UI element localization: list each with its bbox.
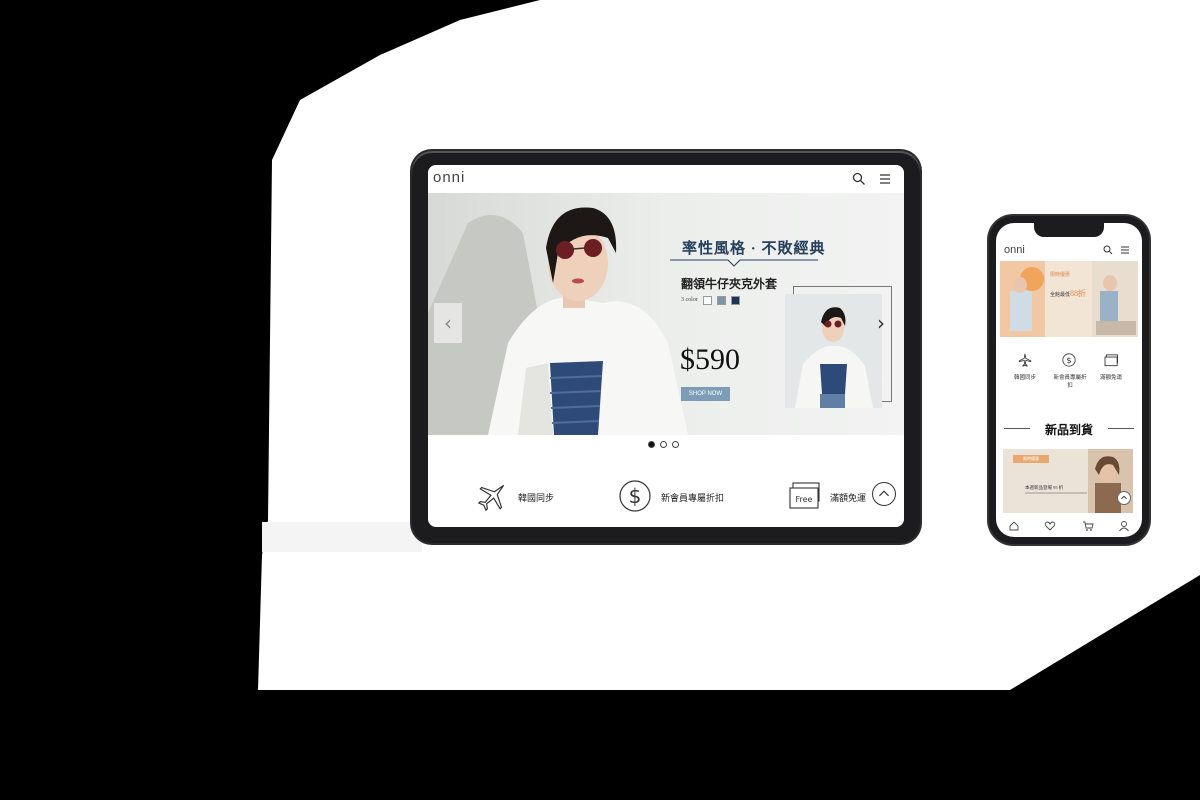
brand-logo[interactable]: onni bbox=[1004, 244, 1025, 256]
airplane-icon bbox=[1018, 353, 1032, 367]
swatch-white[interactable] bbox=[702, 295, 712, 305]
new-arrivals-card[interactable]: 限時優惠 本週新品登場 95 折 bbox=[1003, 449, 1133, 513]
section-divider-right bbox=[1108, 428, 1134, 429]
home-icon[interactable] bbox=[1008, 520, 1020, 532]
banner-line-3: 88折 bbox=[1070, 289, 1086, 298]
dollar-coin-icon: $ bbox=[1062, 353, 1076, 367]
promo-text: 本週新品登場 95 折 bbox=[1025, 485, 1064, 490]
promo-tag: 限時優惠 bbox=[1013, 455, 1049, 463]
hero-headline: 率性風格 · 不敗經典 bbox=[682, 241, 826, 257]
back-to-top-button[interactable] bbox=[872, 482, 896, 506]
back-to-top-button[interactable] bbox=[1117, 491, 1131, 505]
promo-banner[interactable]: 限時優惠 全館最低 88折 bbox=[1000, 261, 1138, 337]
color-options: 3 color bbox=[681, 294, 740, 306]
carousel-prev-arrow[interactable]: ‹ bbox=[434, 303, 462, 343]
section-title: 新品到貨 bbox=[1044, 423, 1093, 437]
headline-divider bbox=[670, 259, 818, 267]
phone-screen: onni 限時優惠 全館最低 88折 韓國同步 $ 新會員專屬折扣 滿額免運 新… bbox=[996, 223, 1142, 537]
bottom-tab-bar bbox=[996, 516, 1142, 537]
tablet-device: onni 率性風格 · 不敗經典 翻領牛仔夾克外套 3 color $590 S… bbox=[412, 151, 920, 543]
brand-logo[interactable]: onni bbox=[433, 169, 465, 186]
shop-now-button[interactable]: SHOP NOW bbox=[681, 387, 730, 401]
product-thumbnail[interactable] bbox=[785, 294, 882, 408]
svg-text:Free: Free bbox=[796, 495, 813, 504]
heart-icon[interactable] bbox=[1044, 520, 1056, 532]
feature-label-korea-sync: 韓國同步 bbox=[1013, 375, 1036, 381]
feature-strip: 韓國同步 $ 新會員專屬折扣 Free 滿額免運 bbox=[428, 465, 904, 527]
airplane-icon bbox=[477, 484, 505, 512]
colors-label: 3 color bbox=[681, 297, 698, 303]
carousel-dot-1[interactable] bbox=[648, 441, 655, 448]
tablet-screen: onni 率性風格 · 不敗經典 翻領牛仔夾克外套 3 color $590 S… bbox=[428, 165, 904, 527]
hero-banner[interactable]: 率性風格 · 不敗經典 翻領牛仔夾克外套 3 color $590 SHOP N… bbox=[428, 193, 904, 435]
swatch-gray-blue[interactable] bbox=[716, 295, 726, 305]
feature-label-member-discount: 新會員專屬折扣 bbox=[661, 493, 725, 503]
svg-text:$: $ bbox=[1066, 355, 1071, 365]
user-icon[interactable] bbox=[1118, 520, 1130, 532]
tablet-header: onni bbox=[428, 165, 904, 193]
feature-label-free-shipping: 滿額免運 bbox=[830, 493, 867, 503]
dollar-coin-icon: $ bbox=[619, 480, 651, 512]
carousel-dot-2[interactable] bbox=[660, 441, 667, 448]
banner-line-2: 全館最低 bbox=[1050, 293, 1071, 298]
feature-label-korea-sync: 韓國同步 bbox=[518, 493, 555, 503]
banner-line-1: 限時優惠 bbox=[1050, 273, 1071, 278]
menu-icon[interactable] bbox=[878, 172, 892, 186]
carousel-dot-3[interactable] bbox=[672, 441, 679, 448]
carousel-dots bbox=[648, 441, 679, 448]
svg-text:$: $ bbox=[629, 484, 642, 508]
search-icon[interactable] bbox=[1103, 245, 1113, 255]
feature-label-member-discount: 新會員專屬折扣 bbox=[1053, 375, 1087, 389]
product-name: 翻領牛仔夾克外套 bbox=[681, 277, 778, 291]
menu-icon[interactable] bbox=[1120, 245, 1130, 255]
search-icon[interactable] bbox=[852, 172, 866, 186]
product-price: $590 bbox=[680, 343, 740, 376]
carousel-next-arrow[interactable]: › bbox=[871, 311, 891, 335]
phone-notch bbox=[1034, 223, 1104, 237]
free-shipping-icon: Free bbox=[789, 482, 820, 509]
cart-icon[interactable] bbox=[1082, 520, 1094, 532]
swatch-navy[interactable] bbox=[730, 295, 740, 305]
phone-device: onni 限時優惠 全館最低 88折 韓國同步 $ 新會員專屬折扣 滿額免運 新… bbox=[989, 216, 1149, 544]
free-shipping-icon bbox=[1104, 354, 1118, 367]
feature-label-free-shipping: 滿額免運 bbox=[1099, 375, 1122, 381]
